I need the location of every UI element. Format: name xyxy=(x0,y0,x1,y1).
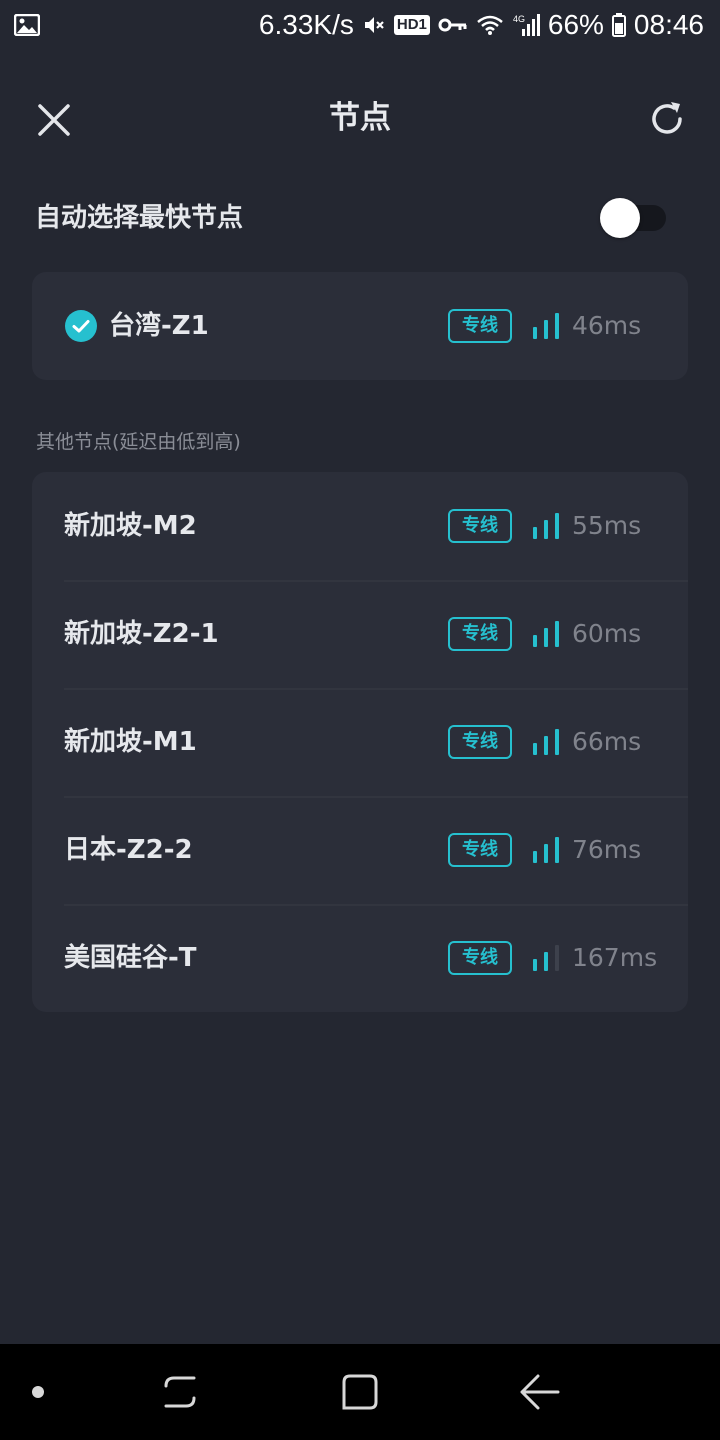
check-circle-icon xyxy=(65,310,97,342)
signal-strength-icon xyxy=(533,837,559,863)
dedicated-line-badge: 专线 xyxy=(448,617,512,651)
auto-select-toggle[interactable] xyxy=(600,198,666,238)
dot-icon[interactable] xyxy=(14,1368,62,1416)
signal-strength-icon xyxy=(533,621,559,647)
node-latency: 76ms xyxy=(572,835,642,864)
node-row[interactable]: 日本-Z2-2 专线 76ms xyxy=(32,796,688,904)
dedicated-line-badge: 专线 xyxy=(448,309,512,343)
node-latency: 66ms xyxy=(572,727,642,756)
dedicated-line-badge: 专线 xyxy=(448,833,512,867)
battery-icon xyxy=(611,13,626,37)
refresh-icon xyxy=(652,102,682,134)
node-name: 新加坡-Z2-1 xyxy=(64,619,219,649)
node-name: 新加坡-M2 xyxy=(64,511,197,541)
gallery-notification-icon xyxy=(14,14,40,36)
recent-apps-icon[interactable] xyxy=(156,1368,204,1416)
node-name: 美国硅谷-T xyxy=(64,943,197,973)
signal-strength-icon xyxy=(533,513,559,539)
dedicated-line-badge: 专线 xyxy=(448,941,512,975)
row-divider xyxy=(64,904,688,906)
other-nodes-card: 新加坡-M2 专线 55ms 新加坡-Z2-1 专线 60ms 新加坡-M1 专… xyxy=(32,472,688,1012)
home-icon[interactable] xyxy=(336,1368,384,1416)
net-speed: 6.33K/s xyxy=(258,9,354,40)
mute-icon xyxy=(364,17,384,33)
auto-select-label: 自动选择最快节点 xyxy=(35,203,244,233)
page-title: 节点 xyxy=(329,100,391,136)
svg-text:4G: 4G xyxy=(513,14,525,24)
vpn-key-icon xyxy=(438,18,467,32)
selected-node-card: 台湾-Z1 专线 46ms xyxy=(32,272,688,380)
selected-node-row[interactable]: 台湾-Z1 专线 46ms xyxy=(32,272,688,380)
battery-percent: 66% xyxy=(547,9,604,40)
hd-badge: HD1 xyxy=(393,15,430,35)
row-divider xyxy=(64,796,688,798)
node-name: 新加坡-M1 xyxy=(64,727,197,757)
signal-strength-icon xyxy=(533,729,559,755)
cell-signal-icon: 4G xyxy=(513,14,540,36)
row-divider xyxy=(64,580,688,582)
wifi-icon xyxy=(477,15,503,35)
system-nav-bar xyxy=(0,1344,720,1440)
clock: 08:46 xyxy=(633,9,704,40)
selected-node-latency: 46ms xyxy=(572,311,642,340)
node-row[interactable]: 新加坡-M2 专线 55ms xyxy=(32,472,688,580)
signal-strength-icon xyxy=(533,313,559,339)
selected-node-name: 台湾-Z1 xyxy=(109,311,209,341)
dedicated-line-badge: 专线 xyxy=(448,509,512,543)
node-latency: 167ms xyxy=(572,943,658,972)
node-latency: 60ms xyxy=(572,619,642,648)
header: 节点 xyxy=(0,78,720,158)
status-bar: 6.33K/s HD1 4G 66% 08:46 xyxy=(0,0,720,50)
toggle-knob xyxy=(600,198,640,238)
row-divider xyxy=(64,688,688,690)
back-icon[interactable] xyxy=(516,1368,564,1416)
auto-select-row: 自动选择最快节点 xyxy=(0,190,720,246)
other-nodes-section-label: 其他节点(延迟由低到高) xyxy=(36,431,241,453)
node-row[interactable]: 美国硅谷-T 专线 167ms xyxy=(32,904,688,1012)
node-name: 日本-Z2-2 xyxy=(64,835,193,865)
signal-strength-icon xyxy=(533,945,559,971)
node-row[interactable]: 新加坡-Z2-1 专线 60ms xyxy=(32,580,688,688)
node-latency: 55ms xyxy=(572,511,642,540)
refresh-button[interactable] xyxy=(644,96,690,142)
node-row[interactable]: 新加坡-M1 专线 66ms xyxy=(32,688,688,796)
dedicated-line-badge: 专线 xyxy=(448,725,512,759)
